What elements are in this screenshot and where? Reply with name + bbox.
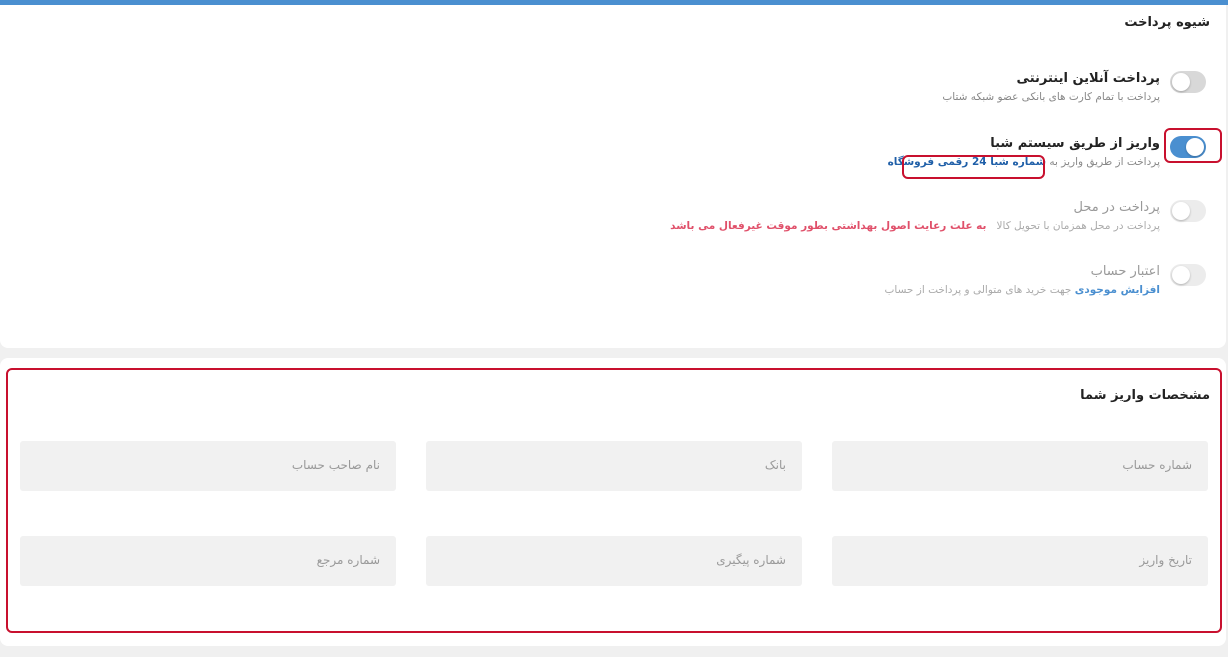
cash-on-delivery-desc: پرداخت در محل همزمان با تحویل کالا به عل…	[670, 220, 1160, 232]
option-account-credit: اعتبار حساب افزایش موجودی جهت خرید های م…	[506, 264, 1206, 304]
sheba-link-highlight-box	[902, 155, 1045, 179]
option-sheba-transfer[interactable]: واریز از طریق سیستم شبا پرداخت از طریق و…	[506, 136, 1206, 176]
sheba-transfer-title: واریز از طریق سیستم شبا	[990, 136, 1160, 151]
toggle-highlight-box	[1164, 128, 1222, 163]
account-credit-toggle	[1170, 264, 1206, 286]
online-payment-toggle[interactable]	[1170, 71, 1206, 93]
option-online-payment[interactable]: پرداخت آنلاین اینترنتی پرداخت با تمام کا…	[506, 71, 1206, 111]
cash-on-delivery-title: پرداخت در محل	[1073, 200, 1160, 215]
cash-on-delivery-toggle	[1170, 200, 1206, 222]
online-payment-desc: پرداخت با تمام کارت های بانکی عضو شبکه ش…	[942, 91, 1160, 103]
sheba-transfer-desc-text: پرداخت از طریق واریز به	[1049, 156, 1160, 168]
cash-on-delivery-desc-text: پرداخت در محل همزمان با تحویل کالا	[996, 220, 1160, 232]
increase-balance-link[interactable]: افزایش موجودی	[1075, 284, 1160, 296]
payment-section-title: شیوه پرداخت	[1124, 15, 1210, 30]
account-credit-desc-text: جهت خرید های متوالی و پرداخت از حساب	[884, 284, 1072, 296]
account-credit-desc: افزایش موجودی جهت خرید های متوالی و پردا…	[884, 284, 1160, 296]
online-payment-title: پرداخت آنلاین اینترنتی	[1016, 71, 1160, 86]
account-credit-title: اعتبار حساب	[1090, 264, 1160, 279]
cash-on-delivery-warning: به علت رعایت اصول بهداشتی بطور موقت غیرف…	[670, 220, 987, 232]
option-cash-on-delivery: پرداخت در محل پرداخت در محل همزمان با تح…	[506, 200, 1206, 240]
payment-method-card: شیوه پرداخت پرداخت آنلاین اینترنتی پرداخ…	[0, 5, 1226, 348]
deposit-card-highlight-box	[6, 368, 1222, 633]
